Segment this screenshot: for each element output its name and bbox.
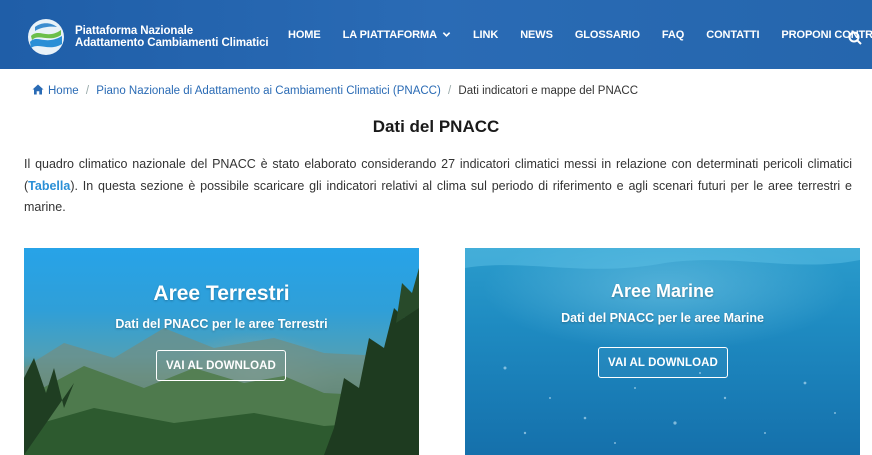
brand-line-1: Piattaforma Nazionale: [75, 25, 194, 37]
nav-la-piattaforma-label: LA PIATTAFORMA: [342, 28, 437, 41]
tabella-link[interactable]: Tabella: [28, 179, 70, 193]
nav-home[interactable]: HOME: [288, 29, 321, 41]
nav-news[interactable]: NEWS: [520, 29, 553, 41]
home-icon: [32, 84, 44, 95]
search-icon[interactable]: [848, 31, 862, 45]
brand-name[interactable]: Piattaforma Nazionale Adattamento Cambia…: [75, 25, 269, 49]
card-subtitle: Dati del PNACC per le aree Terrestri: [115, 317, 328, 331]
site-header: Piattaforma Nazionale Adattamento Cambia…: [0, 0, 872, 69]
download-button-terrestri[interactable]: VAI AL DOWNLOAD: [156, 350, 286, 381]
breadcrumb: Home / Piano Nazionale di Adattamento ai…: [32, 84, 638, 97]
nav-faq[interactable]: FAQ: [662, 29, 684, 41]
breadcrumb-separator: /: [85, 85, 90, 97]
card-aree-terrestri[interactable]: Aree Terrestri Dati del PNACC per le are…: [24, 248, 419, 455]
platform-logo-icon[interactable]: [27, 18, 65, 56]
intro-text-2: ). In questa sezione è possibile scarica…: [24, 178, 852, 215]
breadcrumb-separator: /: [448, 85, 452, 97]
intro-paragraph: Il quadro climatico nazionale del PNACC …: [24, 154, 852, 219]
nav-contatti[interactable]: CONTATTI: [706, 29, 759, 41]
breadcrumb-pnacc[interactable]: Piano Nazionale di Adattamento ai Cambia…: [96, 85, 441, 97]
nav-glossario[interactable]: GLOSSARIO: [575, 29, 640, 41]
brand-line-2: Adattamento Cambiamenti Climatici: [75, 37, 269, 49]
breadcrumb-home[interactable]: Home: [32, 84, 82, 97]
page-title: Dati del PNACC: [372, 117, 500, 136]
card-aree-marine[interactable]: Aree Marine Dati del PNACC per le aree M…: [465, 248, 860, 455]
breadcrumb-home-label: Home: [48, 85, 79, 97]
chevron-down-icon: [442, 32, 451, 37]
breadcrumb-current: Dati indicatori e mappe del PNACC: [458, 85, 639, 97]
nav-link[interactable]: LINK: [473, 29, 498, 41]
card-subtitle: Dati del PNACC per le aree Marine: [561, 311, 764, 325]
card-title: Aree Terrestri: [153, 282, 290, 305]
nav-la-piattaforma[interactable]: LA PIATTAFORMA: [343, 29, 451, 41]
download-button-marine[interactable]: VAI AL DOWNLOAD: [598, 347, 728, 378]
card-title: Aree Marine: [610, 281, 715, 301]
main-nav: HOME LA PIATTAFORMA LINK NEWS GLOSSARIO …: [288, 0, 872, 69]
